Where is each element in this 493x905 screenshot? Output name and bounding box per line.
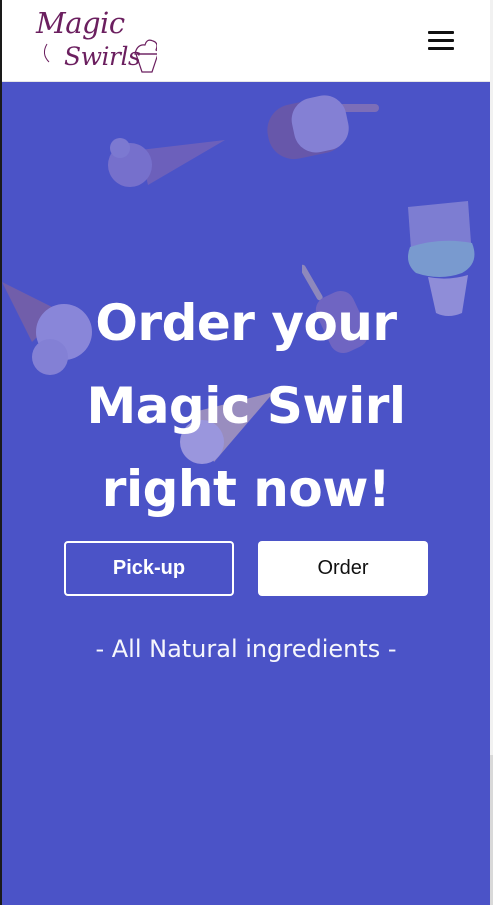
order-button[interactable]: Order [258,541,428,596]
ice-cream-cone-icon [108,138,225,187]
menu-button[interactable] [423,26,459,56]
hero-title: Order your Magic Swirl right now! [2,282,490,531]
popsicle-icon [267,95,379,160]
hero-section: Order your Magic Swirl right now! Pick-u… [2,82,490,905]
logo-cupcake-icon [43,39,157,73]
magic-swirls-logo[interactable]: Magic Swirls [32,4,157,80]
hamburger-line [428,39,454,42]
hero-title-line: right now! [101,460,391,518]
hamburger-line [428,31,454,34]
hero-title-line: Order your [95,294,397,352]
site-header: Magic Swirls [2,0,490,82]
tagline: - All Natural ingredients - [95,635,397,663]
hero-title-line: Magic Swirl [86,377,406,435]
pickup-button[interactable]: Pick-up [64,541,234,596]
hamburger-line [428,47,454,50]
